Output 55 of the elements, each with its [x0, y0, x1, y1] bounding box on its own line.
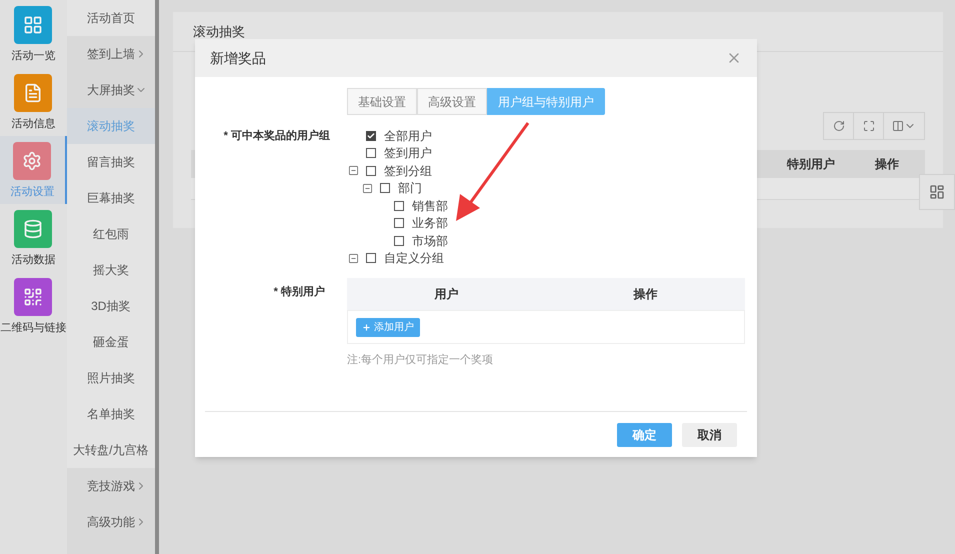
field-label: * 可中本奖品的用户组	[222, 128, 330, 144]
tree-item-label: 市场部	[412, 232, 448, 250]
checkbox[interactable]	[394, 218, 404, 228]
plus-icon	[362, 322, 371, 332]
tree-item-label: 业务部	[412, 215, 448, 232]
collapse-icon[interactable]	[348, 165, 359, 176]
nav-rail-item[interactable]: 活动数据	[0, 204, 67, 272]
submenu-item[interactable]: 3D抽奖	[66, 288, 155, 324]
field-label: * 特别用户	[272, 284, 325, 300]
tree-item-label: 自定义分组	[384, 250, 444, 268]
submenu-item[interactable]: 照片抽奖	[66, 360, 155, 396]
tree-item-label: 签到用户	[384, 145, 432, 162]
refresh-icon	[832, 120, 844, 132]
columns-icon	[892, 120, 904, 132]
checkbox[interactable]	[380, 183, 390, 194]
submenu-item[interactable]: 红包雨	[66, 216, 155, 252]
tab[interactable]: 基础设置	[347, 88, 417, 115]
checkbox[interactable]	[366, 166, 376, 176]
grid-toggle-button[interactable]	[919, 174, 955, 210]
submenu-item[interactable]: 摇大奖	[66, 252, 155, 288]
submenu-item[interactable]: 活动首页	[66, 0, 155, 36]
fullscreen-icon	[862, 120, 874, 132]
nav-rail-item[interactable]: 二维码与链接	[0, 272, 67, 340]
tree-item-label: 部门	[398, 180, 422, 198]
note-text: 注:每个用户仅可指定一个奖项	[347, 352, 494, 368]
nav-rail-item[interactable]: 活动一览	[0, 0, 67, 68]
dialog-title: 新增奖品	[210, 48, 266, 68]
collapse-icon[interactable]	[348, 252, 359, 264]
submenu-item[interactable]: 高级功能	[66, 504, 155, 540]
checkbox[interactable]	[366, 130, 376, 141]
checkbox[interactable]	[394, 236, 404, 246]
dialog-button[interactable]: 取消	[682, 422, 737, 446]
submenu-item[interactable]: 竞技游戏	[66, 468, 155, 504]
tree-item-label: 全部用户	[384, 128, 432, 145]
checkbox[interactable]	[366, 253, 376, 264]
column-header: 用户	[434, 286, 460, 303]
submenu-item[interactable]: 大转盘/九宫格	[66, 432, 155, 468]
submenu-item[interactable]: 大屏抽奖	[66, 72, 155, 108]
submenu-item[interactable]: 砸金蛋	[66, 324, 155, 360]
tree-item-label: 销售部	[412, 198, 448, 215]
submenu-item[interactable]: 签到上墙	[66, 36, 155, 72]
submenu-item[interactable]: 巨幕抽奖	[66, 180, 155, 216]
column-header: 特别用户	[786, 156, 836, 173]
nav-rail-item[interactable]: 活动信息	[0, 68, 67, 136]
checkbox[interactable]	[366, 148, 376, 158]
tree-item-label: 签到分组	[384, 162, 432, 180]
submenu-item[interactable]: 留言抽奖	[66, 144, 155, 180]
page-title: 滚动抽奖	[193, 22, 245, 41]
submenu-item[interactable]: 名单抽奖	[66, 396, 155, 432]
collapse-icon[interactable]	[362, 182, 373, 194]
column-header: 操作	[874, 156, 900, 173]
grid-icon	[929, 184, 945, 200]
column-header: 操作	[632, 286, 658, 303]
tab[interactable]: 高级设置	[417, 88, 487, 115]
checkbox[interactable]	[394, 200, 404, 211]
